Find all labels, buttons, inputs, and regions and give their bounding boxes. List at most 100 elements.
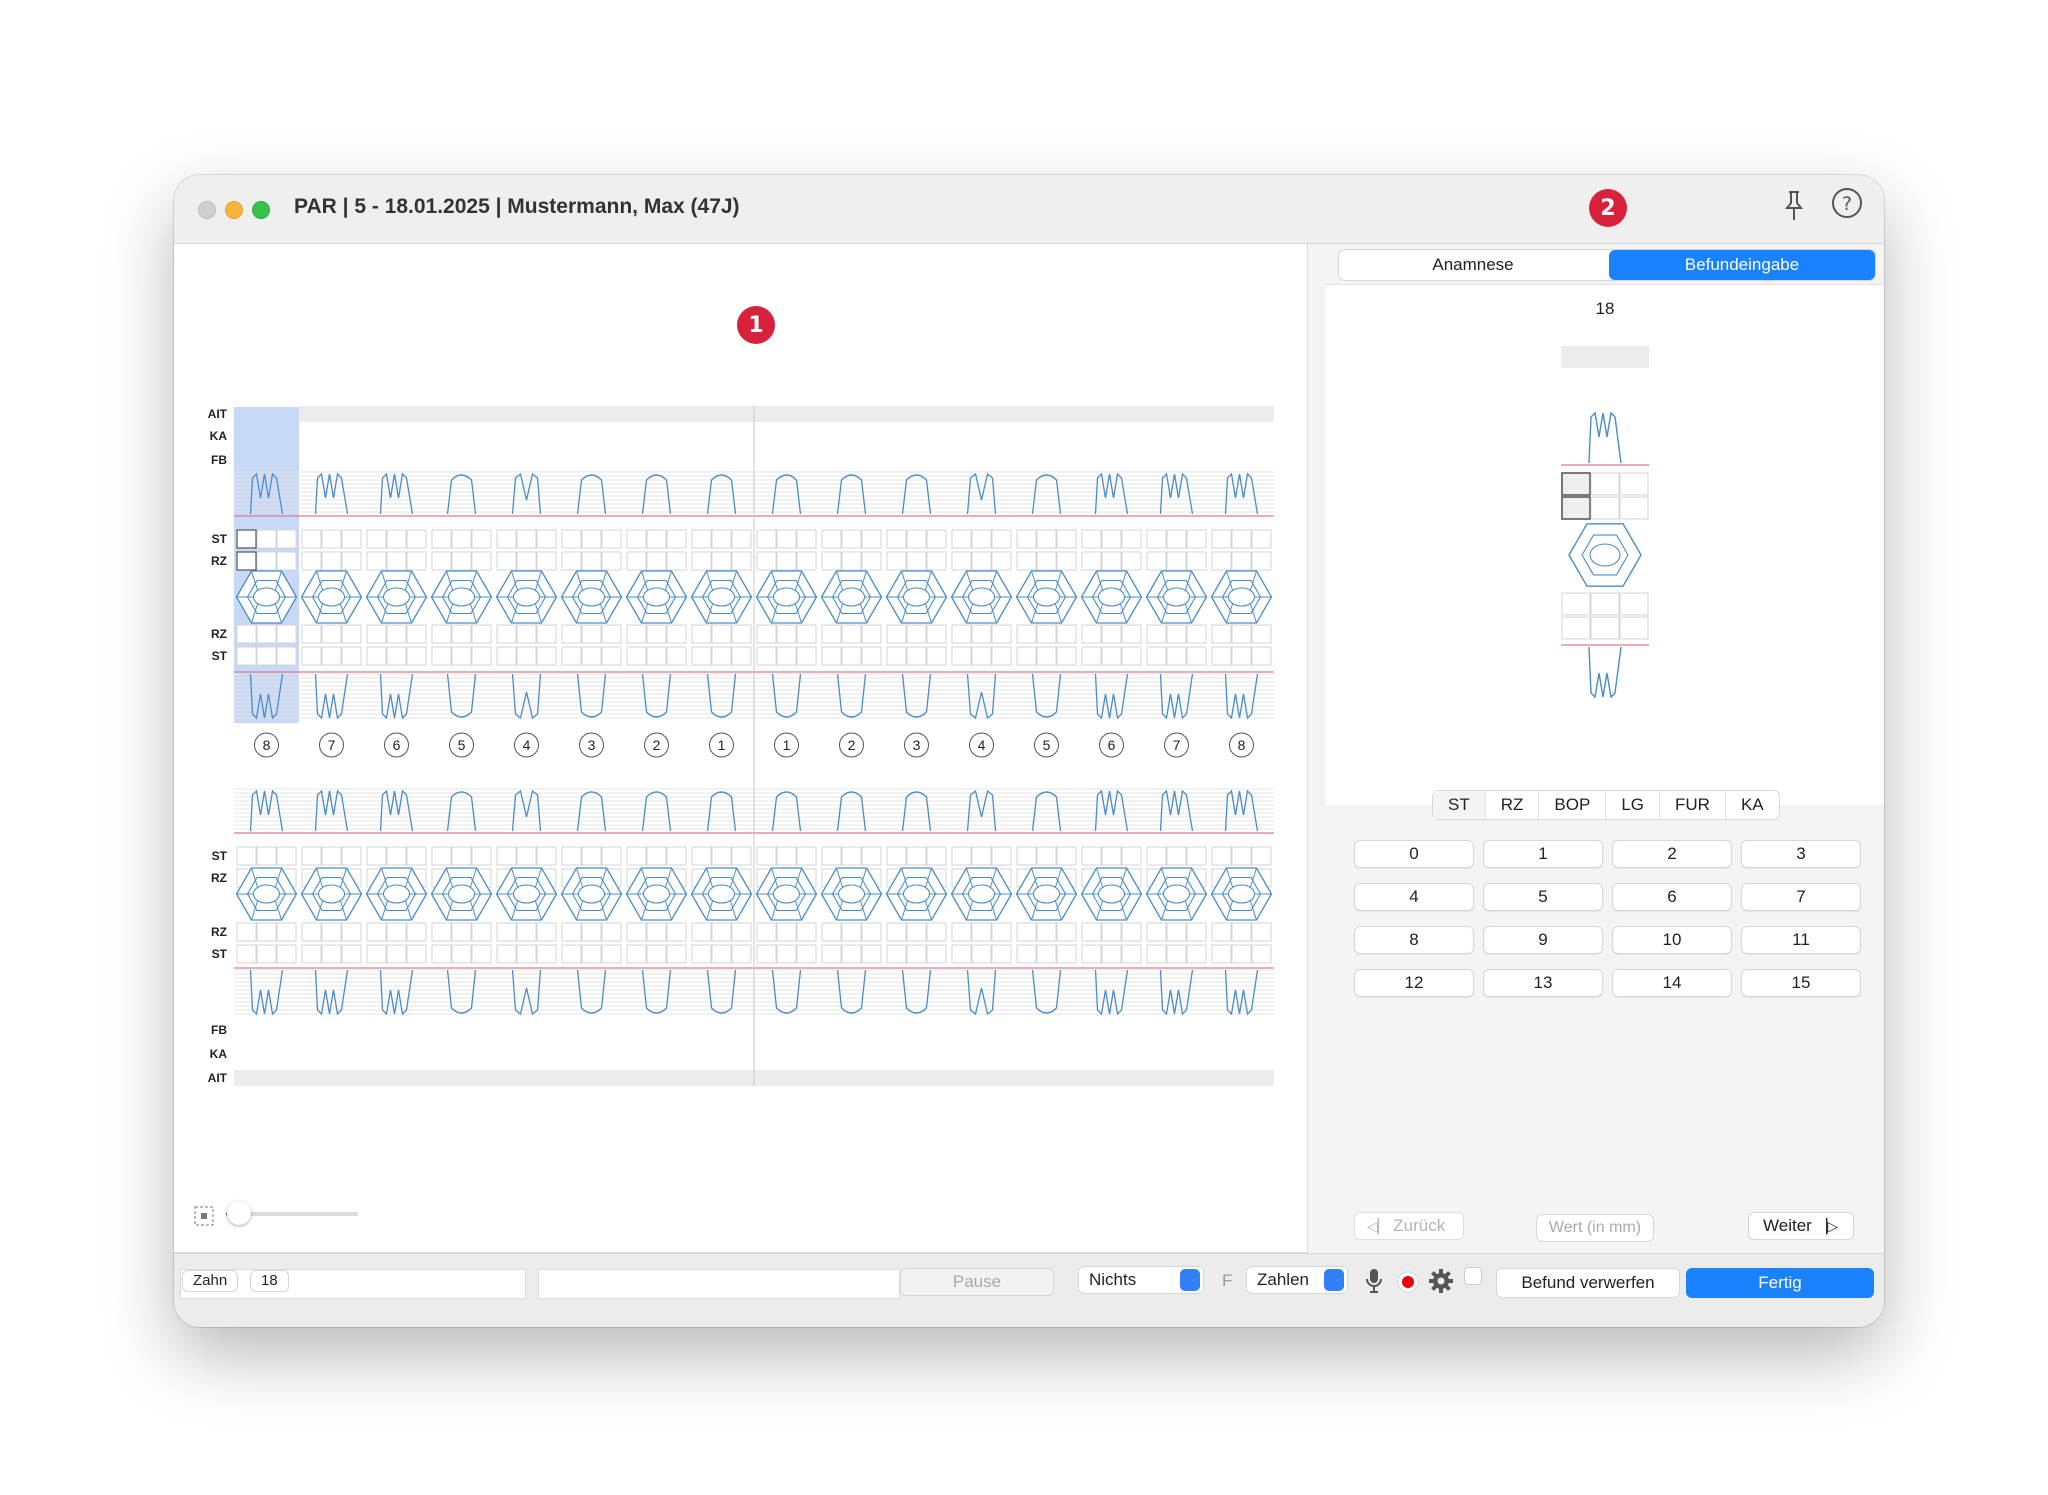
measure-cell[interactable] <box>821 944 842 964</box>
measure-cell[interactable] <box>1166 529 1187 549</box>
measure-cell[interactable] <box>666 944 687 964</box>
measure-cell[interactable] <box>561 529 582 549</box>
measure-cell[interactable] <box>601 846 622 866</box>
measure-cell[interactable] <box>1166 551 1187 571</box>
measure-cell[interactable] <box>991 551 1012 571</box>
measure-cell[interactable] <box>951 944 972 964</box>
measure-cell[interactable] <box>691 551 712 571</box>
measure-cell[interactable] <box>1016 529 1037 549</box>
measure-cell[interactable] <box>256 922 277 942</box>
measure-cell[interactable] <box>971 624 992 644</box>
tab-st[interactable]: ST <box>1433 791 1486 819</box>
measure-cell[interactable] <box>1146 551 1167 571</box>
measure-cell[interactable] <box>691 529 712 549</box>
measure-cell[interactable] <box>301 944 322 964</box>
measure-cell[interactable] <box>431 944 452 964</box>
value-button-15[interactable]: 15 <box>1741 969 1861 997</box>
measure-cell[interactable] <box>406 624 427 644</box>
tab-fur[interactable]: FUR <box>1660 791 1726 819</box>
measure-cell[interactable] <box>321 944 342 964</box>
measure-cell[interactable] <box>756 944 777 964</box>
measure-cell[interactable] <box>431 646 452 666</box>
measure-cell[interactable] <box>1081 529 1102 549</box>
measure-cell[interactable] <box>926 846 947 866</box>
measure-cell[interactable] <box>1081 922 1102 942</box>
measure-cell[interactable] <box>581 624 602 644</box>
measure-cell[interactable] <box>1211 624 1232 644</box>
measure-cell[interactable] <box>951 624 972 644</box>
pin-icon[interactable] <box>1782 189 1806 228</box>
measure-cell[interactable] <box>691 846 712 866</box>
measure-cell[interactable] <box>1166 646 1187 666</box>
measure-cell[interactable] <box>691 944 712 964</box>
tab-rz[interactable]: RZ <box>1486 791 1540 819</box>
measure-cell[interactable] <box>581 646 602 666</box>
measure-cell[interactable] <box>276 551 297 571</box>
measure-cell[interactable] <box>431 922 452 942</box>
measure-cell[interactable] <box>496 646 517 666</box>
measure-cell[interactable] <box>796 646 817 666</box>
measure-cell[interactable] <box>301 551 322 571</box>
measure-cell[interactable] <box>301 646 322 666</box>
measure-cell[interactable] <box>861 646 882 666</box>
measure-cell[interactable] <box>861 846 882 866</box>
measure-cell[interactable] <box>496 624 517 644</box>
measure-cell[interactable] <box>581 846 602 866</box>
measure-cell[interactable] <box>1251 846 1272 866</box>
measure-cell[interactable] <box>756 846 777 866</box>
measure-cell[interactable] <box>386 551 407 571</box>
tooth-root-icon[interactable] <box>446 673 477 718</box>
value-button-4[interactable]: 4 <box>1354 883 1474 911</box>
measure-cell[interactable] <box>1036 646 1057 666</box>
measure-cell[interactable] <box>711 529 732 549</box>
measure-cell[interactable] <box>471 624 492 644</box>
measure-cell[interactable] <box>451 551 472 571</box>
pause-button[interactable]: Pause <box>900 1268 1054 1296</box>
measure-cell[interactable] <box>841 922 862 942</box>
measure-cell[interactable] <box>1146 922 1167 942</box>
measure-cell[interactable] <box>841 944 862 964</box>
measure-cell[interactable] <box>1186 551 1207 571</box>
measure-cell[interactable] <box>1186 922 1207 942</box>
measure-cell[interactable] <box>1016 944 1037 964</box>
measure-cell[interactable] <box>886 922 907 942</box>
measure-cell[interactable] <box>1146 529 1167 549</box>
measure-cell[interactable] <box>756 529 777 549</box>
measure-cell[interactable] <box>991 529 1012 549</box>
measure-cell[interactable] <box>1146 944 1167 964</box>
measure-cell[interactable] <box>321 529 342 549</box>
measure-cell[interactable] <box>536 922 557 942</box>
value-button-9[interactable]: 9 <box>1483 926 1603 954</box>
value-button-5[interactable]: 5 <box>1483 883 1603 911</box>
measure-cell[interactable] <box>516 624 537 644</box>
measure-cell[interactable] <box>301 922 322 942</box>
measure-cell[interactable] <box>1016 551 1037 571</box>
detail-measure-cell[interactable] <box>1561 616 1591 640</box>
measure-cell[interactable] <box>406 846 427 866</box>
tooth-root-icon[interactable] <box>706 673 737 718</box>
measure-cell[interactable] <box>886 944 907 964</box>
measure-cell[interactable] <box>1101 944 1122 964</box>
measure-cell[interactable] <box>601 646 622 666</box>
measure-cell[interactable] <box>1231 646 1252 666</box>
tooth-root-icon[interactable] <box>1031 673 1062 718</box>
measure-cell[interactable] <box>821 529 842 549</box>
measure-cell[interactable] <box>821 922 842 942</box>
measure-cell[interactable] <box>1166 944 1187 964</box>
tab-bop[interactable]: BOP <box>1539 791 1607 819</box>
measure-cell[interactable] <box>1036 922 1057 942</box>
measure-cell[interactable] <box>276 624 297 644</box>
tooth-root-icon[interactable] <box>1159 969 1194 1016</box>
measure-cell[interactable] <box>861 922 882 942</box>
tab-anamnese[interactable]: Anamnese <box>1339 250 1607 280</box>
measure-cell[interactable] <box>691 922 712 942</box>
measure-cell[interactable] <box>776 944 797 964</box>
measure-cell[interactable] <box>1231 846 1252 866</box>
measure-cell[interactable] <box>646 624 667 644</box>
measure-cell[interactable] <box>646 922 667 942</box>
measure-cell[interactable] <box>451 624 472 644</box>
measure-cell[interactable] <box>1056 624 1077 644</box>
measure-cell[interactable] <box>626 529 647 549</box>
measure-cell[interactable] <box>1101 846 1122 866</box>
measure-cell[interactable] <box>796 944 817 964</box>
